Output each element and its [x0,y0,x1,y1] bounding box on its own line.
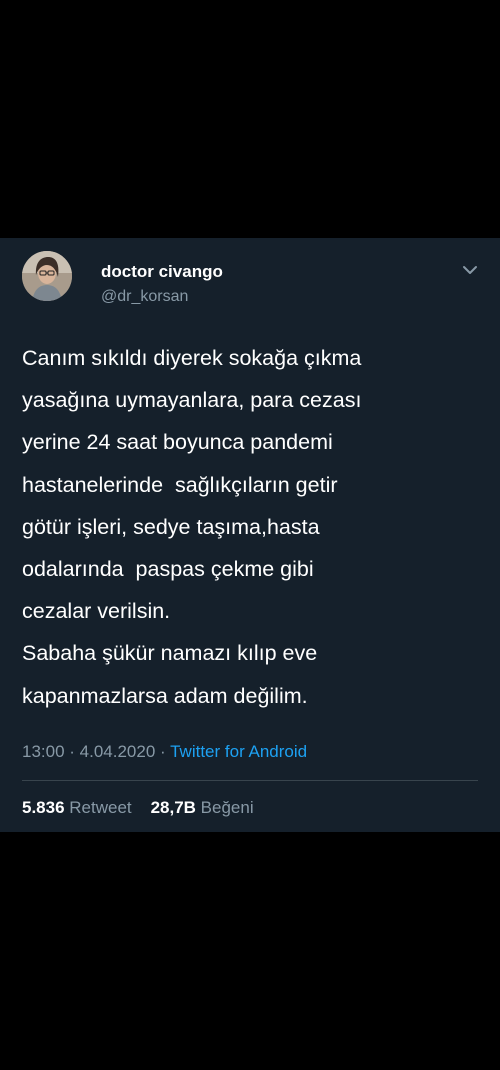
tweet-text: Canım sıkıldı diyerek sokağa çıkma yasağ… [22,346,362,708]
like-label: Beğeni [200,798,254,817]
tweet-date[interactable]: 4.04.2020 [80,742,156,761]
author-name[interactable]: doctor civango [101,262,223,282]
meta-separator: · [64,742,80,761]
tweet-card: doctor civango @dr_korsan Canım sıkıldı … [0,238,500,832]
like-stat[interactable]: 28,7B Beğeni [151,798,254,817]
profile-photo-icon [22,251,72,301]
tweet-source-link[interactable]: Twitter for Android [170,742,307,761]
tweet-meta: 13:00 · 4.04.2020 · Twitter for Android [22,740,307,764]
retweet-label: Retweet [69,798,132,817]
like-count: 28,7B [150,798,196,817]
chevron-down-icon[interactable] [460,262,480,278]
tweet-time[interactable]: 13:00 [22,742,65,761]
retweet-count: 5.836 [22,798,65,817]
meta-separator: · [155,742,171,761]
author-handle[interactable]: @dr_korsan [101,287,188,307]
tweet-stats: 5.836 Retweet 28,7B Beğeni [22,796,254,820]
avatar[interactable] [22,251,72,301]
retweet-stat[interactable]: 5.836 Retweet [22,798,132,817]
divider [22,780,478,781]
